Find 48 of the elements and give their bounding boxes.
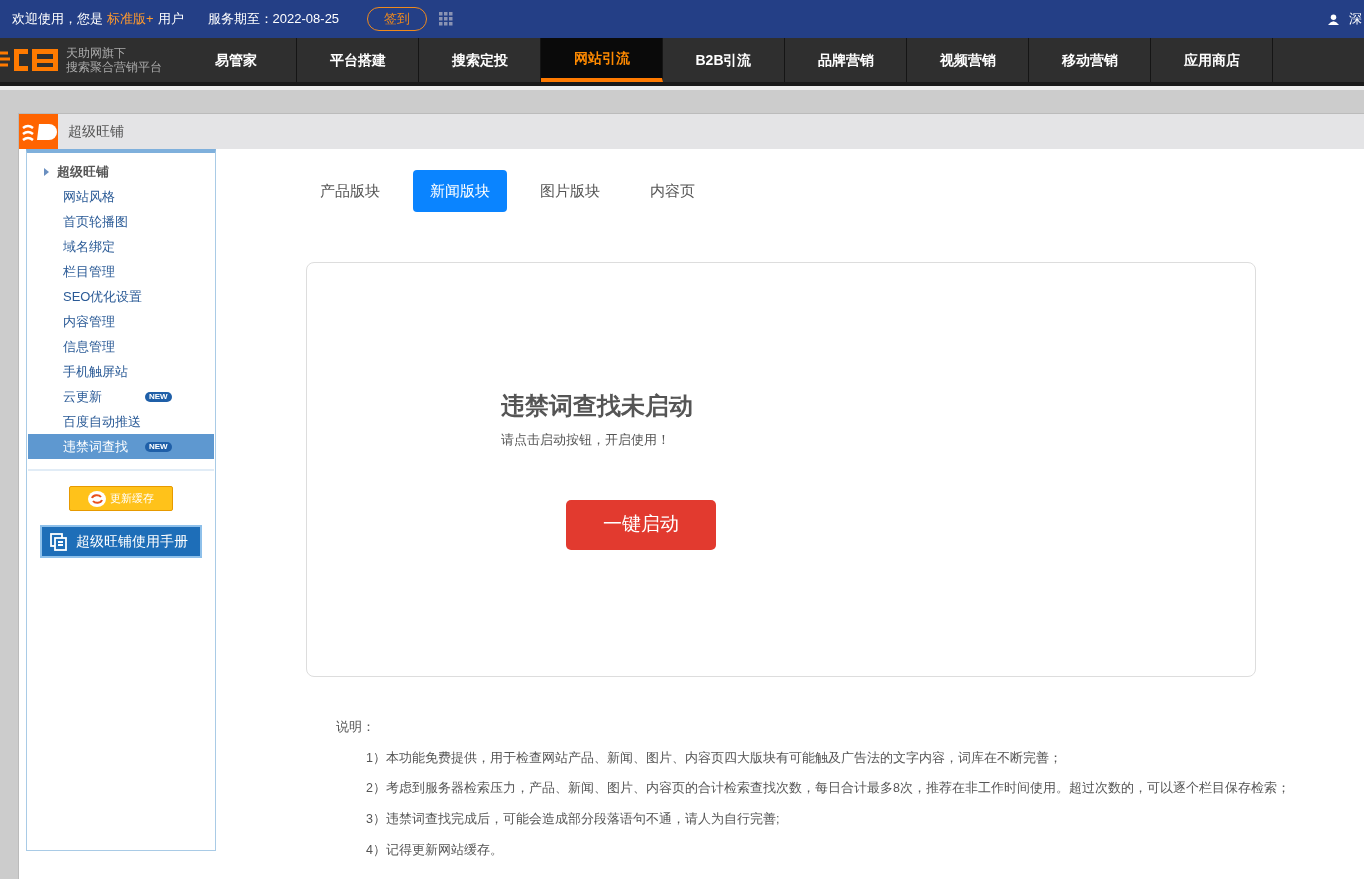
sidebar-item[interactable]: 栏目管理 (28, 259, 214, 284)
nav-tab[interactable]: 移动营销 (1029, 38, 1151, 82)
manual-button[interactable]: 超级旺铺使用手册 (40, 525, 202, 558)
brand-tagline: 天助网旗下 (66, 46, 127, 60)
note-text: 4）记得更新网站缓存。 (366, 841, 504, 859)
nav-tab[interactable]: 易管家 (175, 38, 297, 82)
nav-tab[interactable]: 平台搭建 (297, 38, 419, 82)
new-badge: NEW (145, 441, 172, 452)
note-text: 2）考虑到服务器检索压力，产品、新闻、图片、内容页的合计检索查找次数，每日合计最多8次，推荐在非工作时间使用。超过次数的，可以逐个栏目保存检索； (366, 780, 1291, 798)
caret-icon (44, 167, 49, 176)
user-icon[interactable] (1328, 13, 1339, 25)
nav-tab[interactable]: 网站引流 (541, 38, 663, 82)
sidebar-item[interactable]: 百度自动推送 (28, 409, 214, 434)
service-date: 服务期至：2022-08-25 (207, 10, 340, 29)
nav-tab[interactable]: 品牌营销 (785, 38, 907, 82)
refresh-icon (88, 490, 106, 507)
sidebar-heading[interactable]: 超级旺铺 (57, 161, 109, 182)
nav-tab[interactable]: 应用商店 (1151, 38, 1273, 82)
welcome-text: 欢迎使用，您是 (12, 10, 103, 29)
sidebar-item[interactable]: 内容管理 (28, 309, 214, 334)
grid-icon[interactable] (439, 12, 454, 26)
new-badge: NEW (145, 391, 172, 402)
edition-text: 标准版+ (107, 10, 154, 29)
section-tab[interactable]: 新闻版块 (413, 170, 507, 212)
sidebar-item[interactable]: 首页轮播图 (28, 209, 214, 234)
section-tab[interactable]: 图片版块 (523, 170, 617, 212)
sidebar-item[interactable]: 信息管理 (28, 334, 214, 359)
brand-tagline: 搜索聚合营销平台 (66, 60, 162, 74)
document-icon (50, 532, 68, 551)
user-name[interactable]: 深 (1349, 9, 1362, 29)
start-button[interactable]: 一键启动 (566, 499, 716, 550)
panel-title: 超级旺铺 (68, 122, 124, 141)
sidebar-item[interactable]: 违禁词查找 NEW (28, 434, 214, 459)
sidebar-item[interactable]: 网站风格 (28, 184, 214, 209)
note-text: 1）本功能免费提供，用于检查网站产品、新闻、图片、内容页四大版块有可能触及广告法的文字内容，词库在不断完善； (366, 749, 1063, 767)
sidebar-item[interactable]: 手机触屏站 (28, 359, 214, 384)
section-tab[interactable]: 产品版块 (303, 170, 397, 212)
section-tab[interactable]: 内容页 (633, 170, 712, 212)
notes-heading: 说明： (336, 718, 376, 736)
note-text: 3）违禁词查找完成后，可能会造成部分段落语句不通，请人为自行完善; (366, 811, 781, 828)
sidebar-item[interactable]: 云更新 NEW (28, 384, 214, 409)
nav-tab[interactable]: B2B引流 (663, 38, 785, 82)
welcome-suffix: 用户 (157, 10, 184, 29)
sidebar-item[interactable]: 域名绑定 (28, 234, 214, 259)
status-subtitle: 请点击启动按钮，开启使用！ (501, 431, 671, 449)
status-title: 违禁词查找未启动 (501, 391, 694, 421)
nav-tab[interactable]: 视频营销 (907, 38, 1029, 82)
sidebar-item[interactable]: SEO优化设置 (28, 284, 214, 309)
